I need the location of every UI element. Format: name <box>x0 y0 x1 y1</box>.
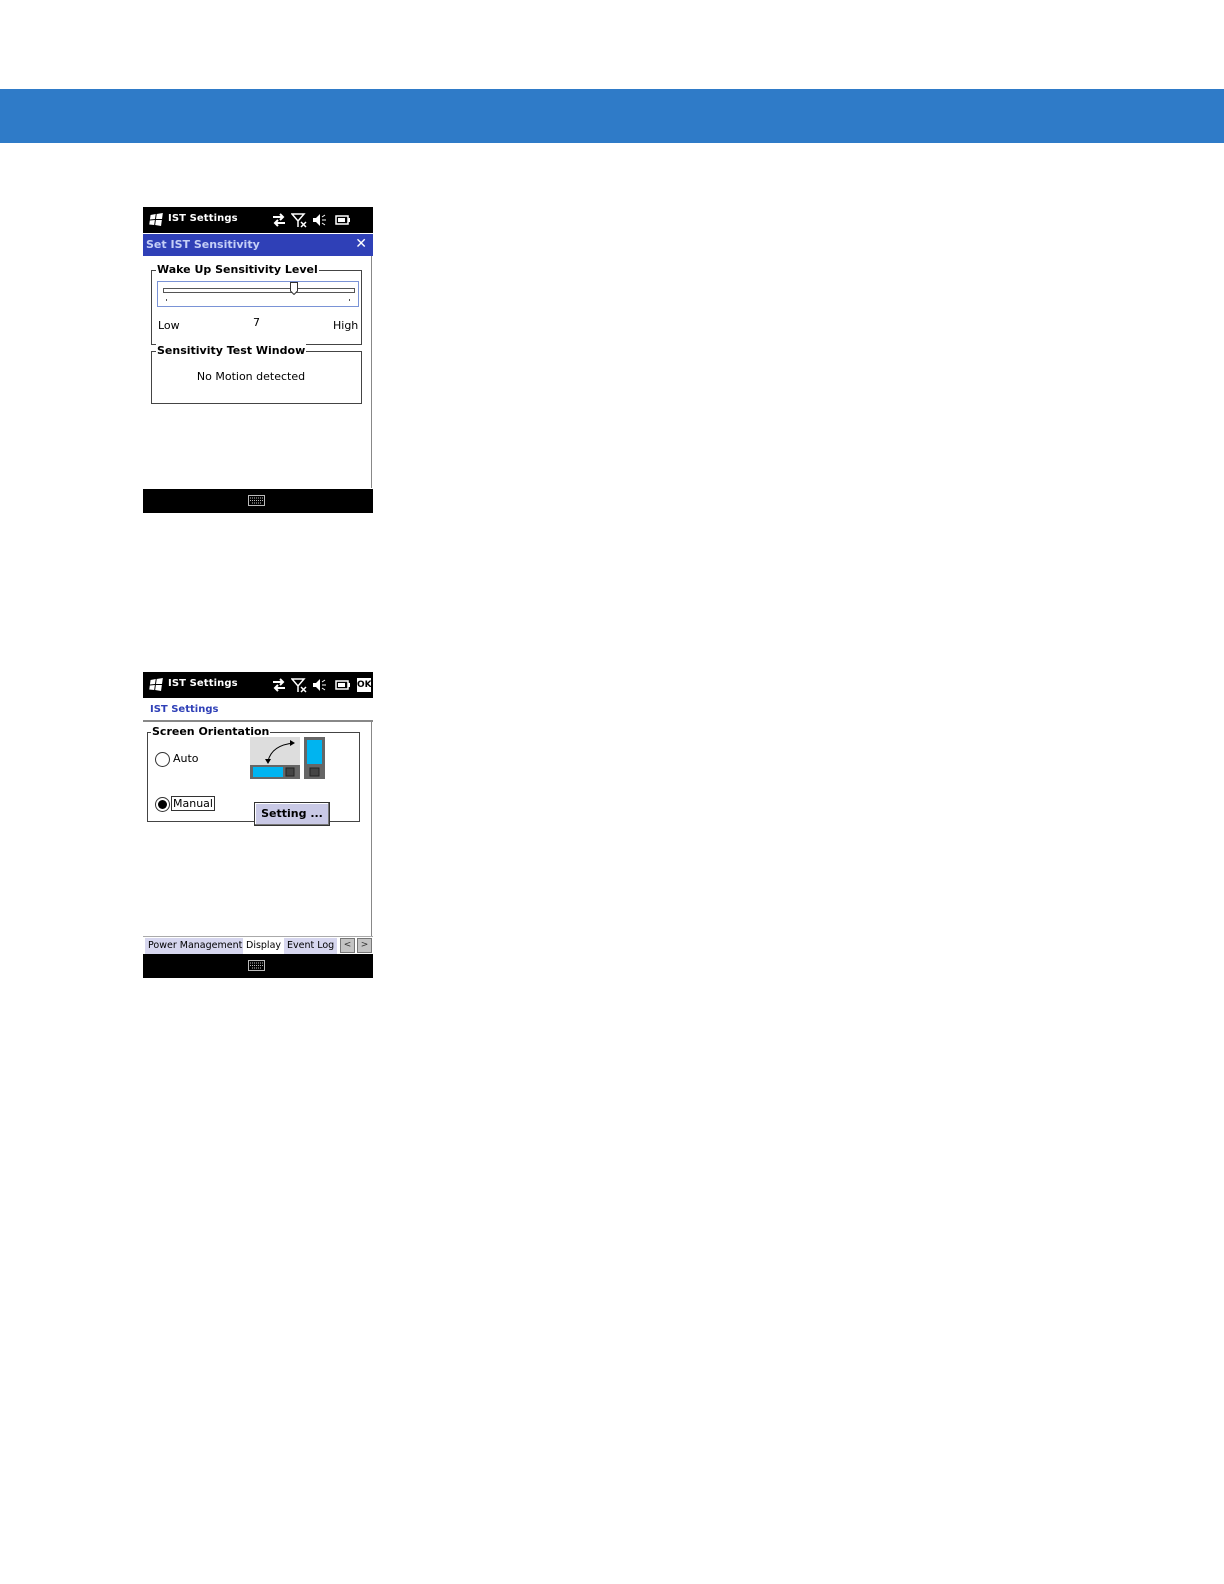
slider-track[interactable] <box>163 288 355 293</box>
page-title: IST Settings <box>150 704 219 715</box>
dialog-content: Wake Up Sensitivity Level Low 7 High Sen… <box>143 256 372 488</box>
status-bar: IST Settings OK <box>143 672 373 698</box>
display-tab-content: Screen Orientation Auto Manual Setting .… <box>143 722 372 936</box>
manual-label[interactable]: Manual <box>171 796 215 811</box>
sensitivity-test-legend: Sensitivity Test Window <box>156 344 307 357</box>
sensitivity-slider[interactable] <box>157 281 359 307</box>
battery-icon <box>335 215 350 225</box>
wake-up-sensitivity-group: Wake Up Sensitivity Level Low 7 High <box>151 263 362 345</box>
slider-tick-min <box>166 299 167 301</box>
motion-status-text: No Motion detected <box>196 370 306 383</box>
high-label: High <box>333 319 359 332</box>
windows-start-icon[interactable] <box>147 212 163 228</box>
low-label: Low <box>158 319 180 332</box>
keyboard-icon[interactable] <box>248 495 265 506</box>
dialog-title: Set IST Sensitivity <box>146 238 260 251</box>
auto-radio[interactable] <box>155 752 170 767</box>
tab-power-management[interactable]: Power Management <box>145 938 246 954</box>
screen-orientation-group: Screen Orientation Auto Manual Setting .… <box>147 725 360 826</box>
manual-radio[interactable] <box>155 797 170 812</box>
app-title: IST Settings <box>168 678 238 689</box>
ok-button[interactable]: OK <box>357 678 372 692</box>
close-icon[interactable]: ✕ <box>355 236 367 252</box>
page-header-banner <box>0 89 1224 143</box>
speaker-muted-icon <box>313 679 326 691</box>
device-screenshot-ist-sensitivity: IST Settings Set IST Sensitivity ✕ Wake … <box>143 207 373 513</box>
dialog-titlebar: Set IST Sensitivity ✕ <box>143 234 373 256</box>
data-transfer-icon <box>273 213 285 227</box>
sensitivity-value: 7 <box>253 316 260 329</box>
slider-thumb[interactable] <box>290 282 299 295</box>
sensitivity-test-group: Sensitivity Test Window No Motion detect… <box>151 344 362 404</box>
auto-label[interactable]: Auto <box>173 752 199 765</box>
no-signal-icon <box>291 678 307 693</box>
page-header: IST Settings <box>143 699 373 722</box>
tab-event-log[interactable]: Event Log <box>284 938 338 954</box>
tab-scroll-right-icon[interactable]: > <box>357 938 372 953</box>
data-transfer-icon <box>273 678 285 692</box>
app-title: IST Settings <box>168 213 238 224</box>
keyboard-icon[interactable] <box>248 960 265 971</box>
speaker-muted-icon <box>313 214 326 226</box>
tab-display[interactable]: Display <box>243 938 285 954</box>
no-signal-icon <box>291 213 307 228</box>
device-screenshot-ist-settings-display: IST Settings OK IST Settings Screen Orie… <box>143 672 373 978</box>
windows-start-icon[interactable] <box>147 677 163 693</box>
tab-strip: Power Management Display Event Log < > <box>143 936 373 955</box>
bottom-bar <box>143 954 373 978</box>
bottom-bar <box>143 489 373 513</box>
wake-up-sensitivity-legend: Wake Up Sensitivity Level <box>156 263 319 276</box>
orientation-illustration-icon <box>250 737 325 779</box>
setting-button[interactable]: Setting ... <box>254 802 330 826</box>
status-bar: IST Settings <box>143 207 373 233</box>
battery-icon <box>335 680 350 690</box>
slider-tick-max <box>349 299 350 301</box>
tab-scroll-left-icon[interactable]: < <box>340 938 355 953</box>
